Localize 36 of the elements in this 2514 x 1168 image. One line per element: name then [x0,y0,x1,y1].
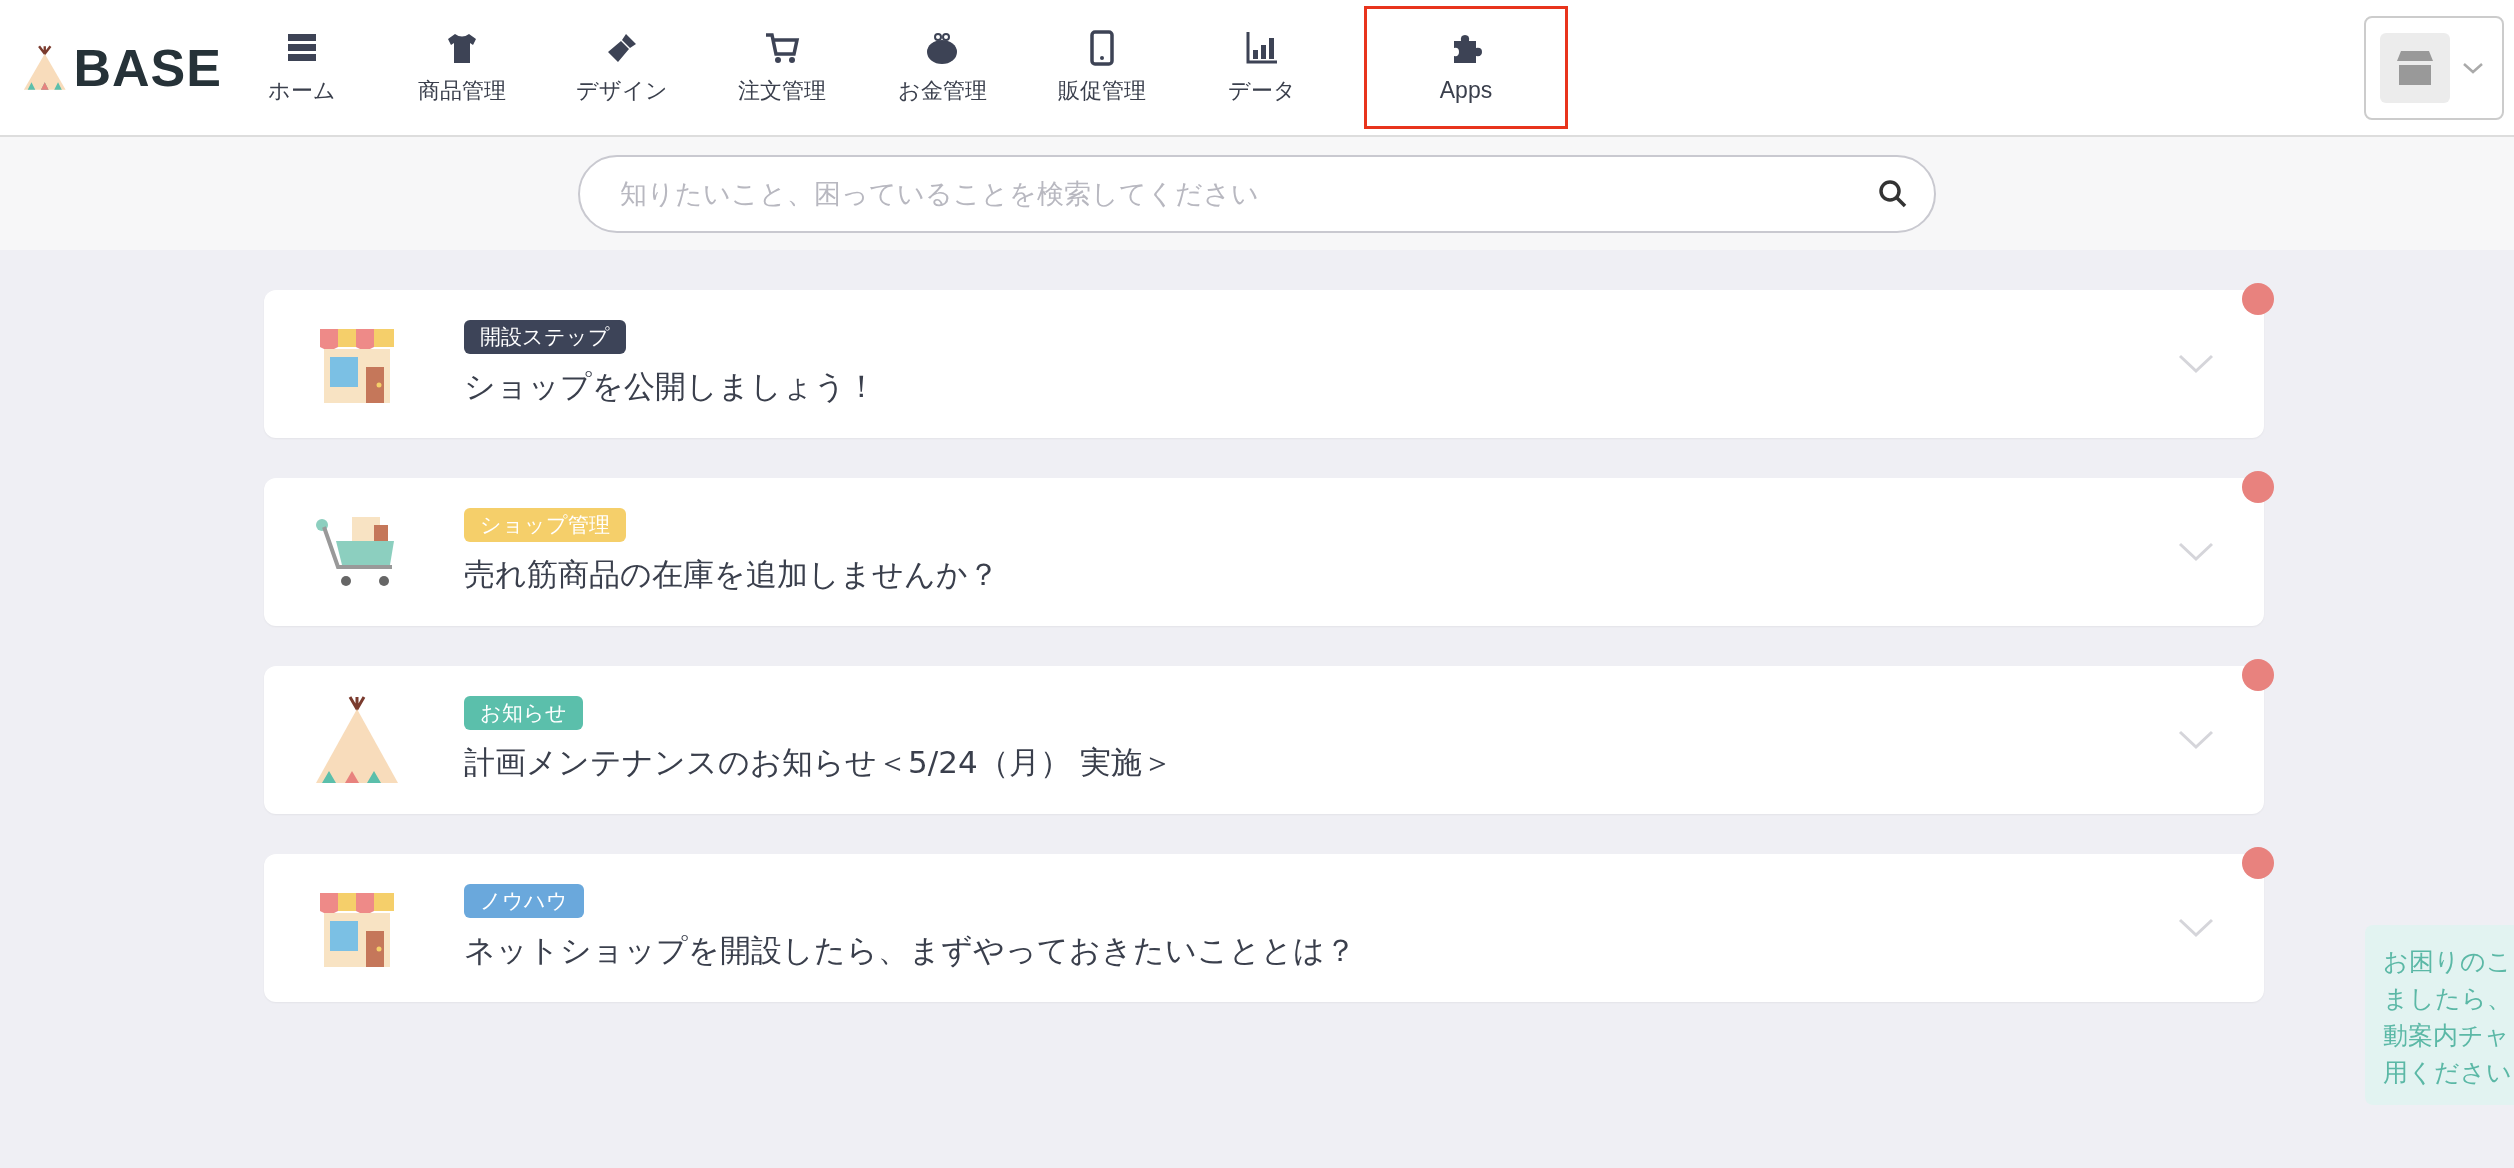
search-icon [1878,178,1908,209]
search-field[interactable]: 知りたいこと、困っていることを検索してください [578,154,1936,233]
chevron-down-icon[interactable] [2178,918,2214,938]
category-tag: ノウハウ [464,884,584,918]
nav-tab[interactable]: 販促管理 [1022,6,1182,129]
nav-tab[interactable]: お金管理 [862,6,1022,129]
chevron-down-icon[interactable] [2178,730,2214,750]
nav-tab[interactable]: Apps [1364,6,1568,129]
chevron-down-icon[interactable] [2178,542,2214,562]
chevron-down-icon[interactable] [2178,354,2214,374]
chevron-down-icon [2462,61,2484,74]
nav-tab[interactable]: デザイン [542,6,702,129]
card-title: 売れ筋商品の在庫を追加しませんか？ [464,555,999,594]
chat-hint-text: 動案内チャ [2383,1020,2510,1052]
nav-tab[interactable]: データ [1182,6,1342,129]
notice-card[interactable]: お知らせ 計画メンテナンスのお知らせ＜5/24（月） 実施＞ [264,666,2264,814]
bar-chart-icon [1244,29,1280,66]
chat-hint-text: 用ください [2383,1057,2512,1089]
notice-card[interactable]: 開設ステップ ショップを公開しましょう！ [264,290,2264,438]
chat-hint-text: ましたら、 [2383,983,2512,1015]
category-tag: お知らせ [464,696,583,730]
notice-card[interactable]: ショップ管理 売れ筋商品の在庫を追加しませんか？ [264,478,2264,626]
notice-card[interactable]: ノウハウ ネットショップを開設したら、まずやっておきたいこととは？ [264,854,2264,1002]
card-title: 計画メンテナンスのお知らせ＜5/24（月） 実施＞ [464,743,1174,782]
nav-tab[interactable]: ホーム [222,6,382,129]
nav-tab[interactable]: 商品管理 [382,6,542,129]
store-menu-button[interactable] [2364,15,2504,120]
tent-logo-icon [22,42,68,93]
category-tag: 開設ステップ [464,320,626,354]
nav-tab[interactable]: 注文管理 [702,6,862,129]
card-title: ネットショップを開設したら、まずやっておきたいこととは？ [464,931,1356,970]
store-icon [2395,50,2435,85]
chat-hint-text: お困りのこ [2383,946,2512,978]
category-tag: ショップ管理 [464,508,626,542]
logo-text[interactable]: BASE [73,37,222,98]
card-title: ショップを公開しましょう！ [464,367,877,406]
